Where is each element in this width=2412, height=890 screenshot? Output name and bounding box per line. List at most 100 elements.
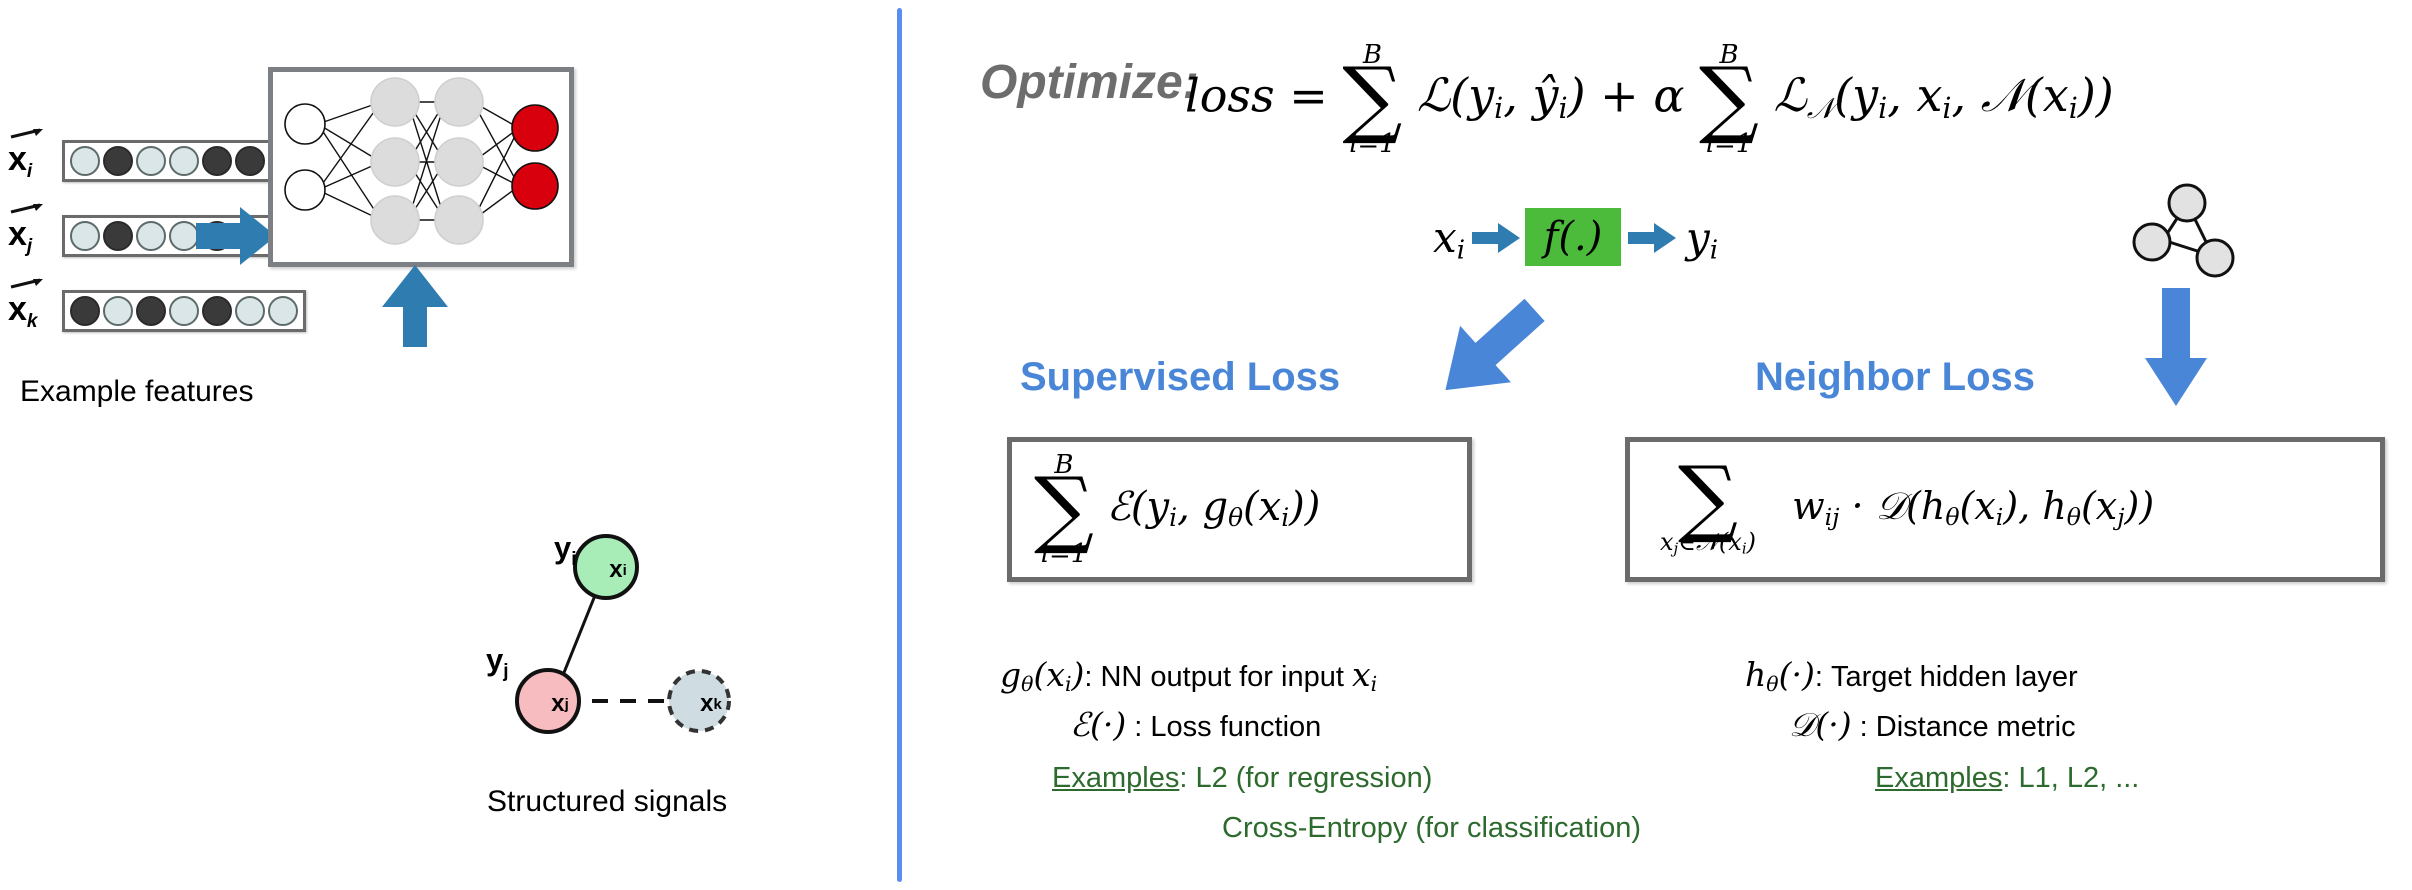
examples-label: Examples xyxy=(1052,762,1180,794)
feature-dot xyxy=(103,146,133,176)
feature-dot xyxy=(268,296,298,326)
nn-hidden-node xyxy=(370,77,420,127)
formula-term-1: ℒ(yi, ŷi) xyxy=(1417,68,1586,126)
legend-text: Distance metric xyxy=(1875,711,2076,743)
vector-arrow-icon xyxy=(10,128,43,138)
example-value: L2 (for regression) xyxy=(1195,762,1433,794)
nn-hidden-node xyxy=(370,137,420,187)
graph-node-xj-label: xj xyxy=(532,676,588,732)
legend-trailing-math: xi xyxy=(1351,655,1378,697)
feature-vector-row-2: xk xyxy=(8,278,306,332)
formula-equals: = xyxy=(1289,68,1328,123)
vector-symbol: x xyxy=(8,139,27,178)
graph-node-symbol: x xyxy=(609,556,623,583)
supervised-loss-body: ℰ(yi, gθ(xi)) xyxy=(1106,483,1321,532)
feature-dot xyxy=(202,146,232,176)
legend-text: Loss function xyxy=(1150,711,1322,743)
nn-input-node xyxy=(284,103,326,145)
supervised-loss-title: Supervised Loss xyxy=(1020,355,1341,399)
sigma-icon: ∑ xyxy=(1342,49,1403,147)
vector-symbol: x xyxy=(8,214,27,253)
formula-plus: + xyxy=(1600,68,1639,123)
feature-dot xyxy=(70,146,100,176)
sum-lower-limit: xj∈𝒩(xi) xyxy=(1660,527,1756,558)
examples-label: Examples xyxy=(1875,762,2003,794)
sigma-icon: ∑ xyxy=(1699,49,1760,147)
vector-arrow-icon xyxy=(10,203,43,213)
sum-lower-limit: i=1 xyxy=(1349,128,1396,159)
function-box-label: f(.) xyxy=(1543,214,1603,260)
vector-arrow-icon xyxy=(10,278,43,288)
feature-dot xyxy=(136,146,166,176)
pipeline-arrow-in-icon xyxy=(1472,223,1520,253)
graph-node-xk-label: xk xyxy=(683,676,739,732)
legend-text: Target hidden layer xyxy=(1830,661,2078,693)
supervised-loss-arrow-icon xyxy=(1445,298,1545,391)
sigma-icon: ∑ xyxy=(1678,447,1738,546)
neighbor-loss-arrow-icon xyxy=(2145,288,2207,406)
pipeline-input-subscript: i xyxy=(1456,235,1466,266)
examples-colon: : xyxy=(1179,762,1188,794)
neighbor-loss-box: ∑ xj∈𝒩(xi) wij · 𝒟(hθ(xi), hθ(xj)) xyxy=(1625,437,2385,582)
graph-node-xi-label: xi xyxy=(590,542,646,598)
sum-lower-limit: i=1 xyxy=(1040,538,1088,569)
features-to-network-arrow-icon xyxy=(196,207,276,265)
pipeline-output-label: yi xyxy=(1686,213,1718,266)
nn-output-node xyxy=(511,162,559,210)
legend-separator: : xyxy=(1084,661,1093,693)
main-loss-formula: loss = B ∑ i=1 ℒ(yi, ŷi) + α B ∑ i=1 ℒ𝒩(… xyxy=(1185,42,2114,157)
graph-node-subscript: k xyxy=(713,695,722,713)
neighbor-examples-line-0: Examples: L1, L2, ... xyxy=(1875,762,2139,795)
supervised-legend-line-0: gθ(xi): NN output for input xi xyxy=(1000,655,1377,696)
feature-dot xyxy=(103,221,133,251)
feature-vector-label-0: xi xyxy=(8,128,62,182)
feature-dot xyxy=(103,296,133,326)
summation-1: B ∑ i=1 xyxy=(1342,42,1402,157)
y-subscript: j xyxy=(503,661,509,683)
feature-vector-box-2 xyxy=(62,290,306,332)
feature-dot xyxy=(70,221,100,251)
graph-label-yj: yj xyxy=(486,642,509,683)
neighbor-legend-line-0: hθ(·): Target hidden layer xyxy=(1745,655,2078,696)
nn-input-node xyxy=(284,169,326,211)
feature-vector-row-0: xi xyxy=(8,128,306,182)
feature-dot xyxy=(235,296,265,326)
feature-dot xyxy=(136,296,166,326)
neural-network-diagram xyxy=(284,77,559,245)
feature-dot xyxy=(169,296,199,326)
neighbor-graph-icon xyxy=(2132,183,2235,278)
feature-dot xyxy=(169,146,199,176)
supervised-loss-formula: B ∑ i=1 ℰ(yi, gθ(xi)) xyxy=(1012,452,1320,567)
nn-output-node xyxy=(511,104,559,152)
legend-separator: : xyxy=(1134,711,1143,743)
supervised-examples-line-0: Examples: L2 (for regression) xyxy=(1052,762,1432,795)
panel-divider xyxy=(897,8,902,882)
neighbor-loss-body: wij · 𝒟(hθ(xi), hθ(xj)) xyxy=(1792,484,2155,531)
graph-node-symbol: x xyxy=(700,690,714,717)
feature-dot xyxy=(70,296,100,326)
y-symbol: y xyxy=(554,530,572,565)
feature-dot xyxy=(169,221,199,251)
graph-label-yi: yi xyxy=(554,530,577,571)
legend-symbol: ℰ(·) xyxy=(1070,705,1127,744)
example-value: L1, L2, ... xyxy=(2018,762,2140,794)
graph-node-symbol: x xyxy=(551,690,565,717)
nn-hidden-node xyxy=(370,195,420,245)
formula-lhs: loss xyxy=(1185,68,1275,123)
supervised-loss-box: B ∑ i=1 ℰ(yi, gθ(xi)) xyxy=(1007,437,1472,582)
pipeline-output-subscript: i xyxy=(1709,235,1719,266)
neural-network-box xyxy=(268,67,574,267)
pipeline-output-symbol: y xyxy=(1686,213,1710,262)
nn-hidden-node xyxy=(434,137,484,187)
vector-symbol: x xyxy=(8,289,27,328)
vector-subscript: i xyxy=(26,160,33,182)
sigma-icon: ∑ xyxy=(1034,459,1094,558)
vector-subscript: j xyxy=(26,235,33,257)
y-subscript: i xyxy=(571,549,577,571)
legend-symbol: gθ(xi) xyxy=(1000,655,1085,697)
nn-hidden-node xyxy=(434,195,484,245)
summation: ∑ xj∈𝒩(xi) xyxy=(1660,447,1756,558)
formula-term-2: ℒ𝒩(yi, xi, 𝒩(xi)) xyxy=(1773,68,2114,126)
graph-node-subscript: j xyxy=(564,695,569,713)
summation: B ∑ i=1 xyxy=(1034,452,1094,567)
